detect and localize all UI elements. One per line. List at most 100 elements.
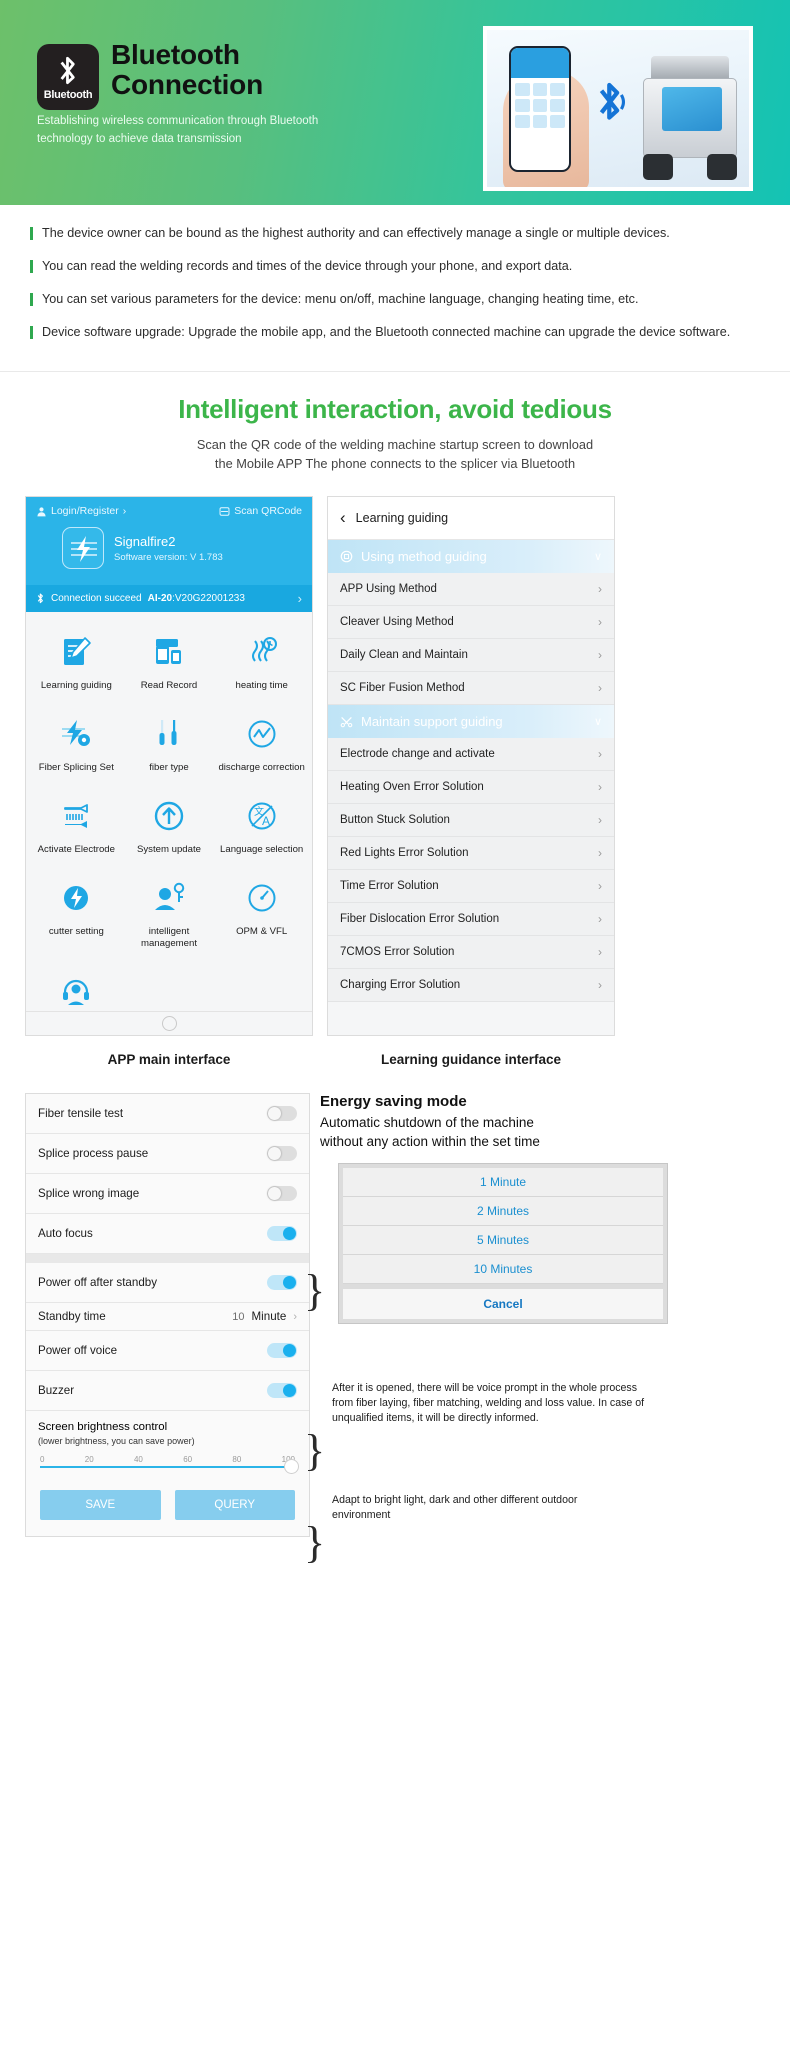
back-icon[interactable]: ‹ <box>340 508 346 528</box>
hero-subtitle: Establishing wireless communication thro… <box>37 115 319 145</box>
query-button[interactable]: QUERY <box>174 1489 295 1520</box>
section-subtitle-line2: the Mobile APP The phone connects to the… <box>214 456 576 472</box>
brightness-slider-track[interactable] <box>40 1458 299 1474</box>
phone-grid-cell <box>550 99 565 112</box>
list-item[interactable]: Button Stuck Solution › <box>328 804 614 838</box>
toggle-power-off-voice[interactable] <box>267 1343 297 1359</box>
bottom-section: Fiber tensile test Splice process pause … <box>0 1067 790 1567</box>
section-title: Intelligent interaction, avoid tedious <box>178 393 612 424</box>
brace-brightness: } <box>304 1518 326 1568</box>
clock-circle-icon <box>340 550 353 563</box>
annotation-brightness: Adapt to bright light, dark and other di… <box>332 1494 578 1522</box>
photo-scene <box>487 30 749 187</box>
phone-icon-grid <box>511 78 569 133</box>
app-grid-label: Learning guiding <box>40 680 112 692</box>
tick-label: 0 <box>40 1454 45 1464</box>
setting-row-splice-wrong-image[interactable]: Splice wrong image <box>26 1174 309 1215</box>
list-item[interactable]: SC Fiber Fusion Method › <box>328 672 614 706</box>
bullet-text: You can set various parameters for the d… <box>42 291 639 306</box>
brace-voice: } <box>304 1426 326 1476</box>
hero-title-line2: Connection <box>111 68 263 100</box>
screenshot-panels: Login/Register › Scan QRCode Signalfire2… <box>0 474 790 1067</box>
picker-option-1-minute[interactable]: 1 Minute <box>343 1167 663 1197</box>
splicer-bolt-icon <box>71 536 97 563</box>
connection-status-bar[interactable]: Connection succeed AI-20:V20G22001233 › <box>26 585 312 613</box>
learning-panel: ‹ Learning guiding Using method guiding … <box>327 496 615 1067</box>
learning-item-label: Cleaver Using Method <box>340 616 454 629</box>
scan-qrcode-button[interactable]: Scan QRCode <box>219 505 302 517</box>
app-panel-caption: APP main interface <box>107 1052 231 1068</box>
brightness-slider-knob[interactable] <box>284 1458 299 1474</box>
learning-section-title: Using method guiding <box>361 549 487 565</box>
login-register-button[interactable]: Login/Register › <box>36 505 126 517</box>
setting-row-standby-time[interactable]: Standby time 10 Minute › <box>26 1303 309 1332</box>
brightness-slider-wrap[interactable]: 0 20 40 60 80 100 <box>26 1449 309 1476</box>
setting-row-power-off-after-standby[interactable]: Power off after standby <box>26 1263 309 1304</box>
setting-row-buzzer[interactable]: Buzzer <box>26 1371 309 1412</box>
list-item[interactable]: 7CMOS Error Solution › <box>328 936 614 970</box>
list-item[interactable]: Fiber Dislocation Error Solution › <box>328 903 614 937</box>
fiber-type-icon <box>125 714 214 754</box>
learning-section-title: Maintain support guiding <box>361 714 503 730</box>
setting-row-screen-brightness: Screen brightness control (lower brightne… <box>26 1411 309 1448</box>
learning-section-header-maintain-support[interactable]: Maintain support guiding ∨ <box>328 705 614 739</box>
list-item[interactable]: Cleaver Using Method › <box>328 606 614 640</box>
app-grid-item-learning-guiding[interactable]: Learning guiding <box>30 622 123 704</box>
setting-label: Power off after standby <box>38 1276 158 1290</box>
app-grid-item-cutter-setting[interactable]: cutter setting <box>30 868 123 962</box>
app-screen: Login/Register › Scan QRCode Signalfire2… <box>25 496 313 1037</box>
learning-section-header-using-method[interactable]: Using method guiding ∨ <box>328 540 614 574</box>
picker-option-10-minutes[interactable]: 10 Minutes <box>343 1254 663 1284</box>
learning-item-label: Fiber Dislocation Error Solution <box>340 913 500 926</box>
app-grid-label: cutter setting <box>48 926 104 938</box>
tick-label: 60 <box>183 1454 193 1464</box>
learning-item-label: APP Using Method <box>340 583 437 596</box>
list-item[interactable]: APP Using Method › <box>328 573 614 607</box>
list-item[interactable]: Heating Oven Error Solution › <box>328 771 614 805</box>
app-grid-item-intelligent-management[interactable]: intelligent management <box>123 868 216 962</box>
app-grid-item-heating-time[interactable]: heating time <box>215 622 308 704</box>
picker-cancel-button[interactable]: Cancel <box>343 1288 663 1319</box>
list-item[interactable]: Daily Clean and Maintain › <box>328 639 614 673</box>
toggle-auto-focus[interactable] <box>267 1226 297 1242</box>
toggle-power-off-after-standby[interactable] <box>267 1275 297 1291</box>
app-grid-item-read-record[interactable]: Read Record <box>123 622 216 704</box>
list-item[interactable]: Time Error Solution › <box>328 870 614 904</box>
section-subtitle-line1: Scan the QR code of the welding machine … <box>196 436 594 452</box>
app-grid-item-fiber-type[interactable]: fiber type <box>123 704 216 786</box>
qrcode-scan-icon <box>219 507 230 516</box>
learning-item-label: SC Fiber Fusion Method <box>340 682 465 695</box>
app-grid-label: discharge correction <box>218 762 305 774</box>
setting-row-fiber-tensile-test[interactable]: Fiber tensile test <box>26 1094 309 1135</box>
app-grid-item-discharge-correction[interactable]: discharge correction <box>215 704 308 786</box>
app-grid-item-system-update[interactable]: System update <box>123 786 216 868</box>
chevron-right-icon: › <box>598 813 602 828</box>
save-button[interactable]: SAVE <box>40 1489 161 1520</box>
list-item[interactable]: Charging Error Solution › <box>328 969 614 1003</box>
setting-row-auto-focus[interactable]: Auto focus <box>26 1214 309 1255</box>
toggle-buzzer[interactable] <box>267 1383 297 1399</box>
hero-product-photo <box>483 26 753 191</box>
app-grid-item-fiber-splicing-set[interactable]: Fiber Splicing Set <box>30 704 123 786</box>
list-item[interactable]: Electrode change and activate › <box>328 738 614 772</box>
list-item[interactable]: Red Lights Error Solution › <box>328 837 614 871</box>
learning-item-label: Time Error Solution <box>340 880 439 893</box>
app-grid-item-language-selection[interactable]: 文 A Language selection <box>215 786 308 868</box>
toggle-splice-process-pause[interactable] <box>267 1146 297 1162</box>
list-item: Device software upgrade: Upgrade the mob… <box>30 322 760 344</box>
toggle-splice-wrong-image[interactable] <box>267 1186 297 1202</box>
toggle-fiber-tensile-test[interactable] <box>267 1106 297 1122</box>
chevron-down-icon: ∨ <box>593 551 602 564</box>
app-grid-item-opm-vfl[interactable]: OPM & VFL <box>215 868 308 962</box>
hero-title-line1: Bluetooth <box>111 39 240 70</box>
app-home-indicator[interactable] <box>26 1011 312 1036</box>
picker-option-2-minutes[interactable]: 2 Minutes <box>343 1196 663 1226</box>
setting-row-splice-process-pause[interactable]: Splice process pause <box>26 1134 309 1175</box>
bullet-marker <box>30 227 33 240</box>
phone-grid-cell <box>550 115 565 128</box>
picker-option-5-minutes[interactable]: 5 Minutes <box>343 1225 663 1255</box>
setting-row-power-off-voice[interactable]: Power off voice <box>26 1331 309 1372</box>
splicer-foot-right <box>707 154 737 180</box>
app-grid-label: intelligent management <box>140 926 197 950</box>
app-grid-item-activate-electrode[interactable]: Activate Electrode <box>30 786 123 868</box>
